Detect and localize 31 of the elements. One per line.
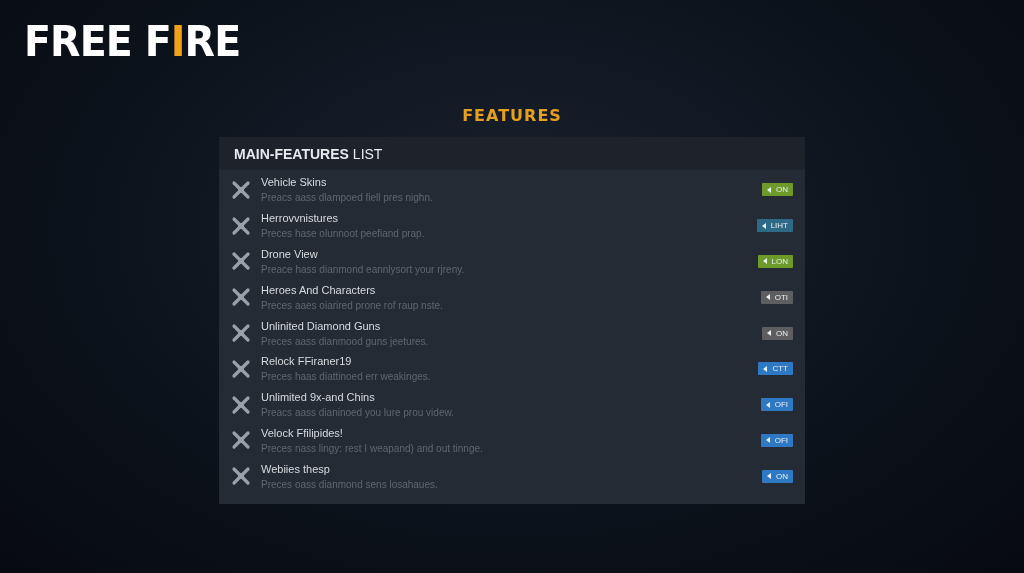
triangle-icon [767,186,771,193]
feature-name: Vehicle Skins [261,176,328,189]
triangle-icon [765,401,770,408]
triangle-icon [765,294,770,301]
triangle-icon [762,258,767,265]
feature-name: Heroes And Characters [261,283,377,296]
page-heading: FEATURES [462,106,562,125]
toggle-switch[interactable]: ON [762,183,793,197]
triangle-icon [767,473,771,480]
toggle-switch[interactable]: LIHT [756,219,793,233]
toggle-switch[interactable]: LON [757,255,793,268]
feature-description: Preces hase olunnoot peefiand prap. [261,228,426,240]
triangle-icon [767,330,771,337]
feature-name: Velock Ffilipides! [261,426,344,439]
toggle-switch[interactable]: OFI [760,433,793,447]
panel-title: MAIN-FEATURES LIST [234,145,383,162]
toggle-switch[interactable]: CTT [758,362,793,376]
toggle-switch[interactable]: OTI [760,290,793,304]
toggle-switch[interactable]: OFI [760,398,793,412]
toggle-switch[interactable]: ON [762,469,793,483]
feature-name: Unlinited Diamond Guns [261,319,382,332]
feature-name: Drone View [261,248,319,260]
feature-name: Herrovvnistures [261,212,340,225]
triangle-icon [765,437,770,444]
toggle-switch[interactable]: ON [762,326,793,340]
feature-name: Webiies thesp [261,462,331,475]
feature-name: Relock FFiraner19 [261,355,353,368]
triangle-icon [761,222,766,229]
triangle-icon [763,365,768,372]
game-logo: FREE FIRE [24,20,241,63]
feature-name: Unlimited 9x-and Chins [261,391,376,404]
